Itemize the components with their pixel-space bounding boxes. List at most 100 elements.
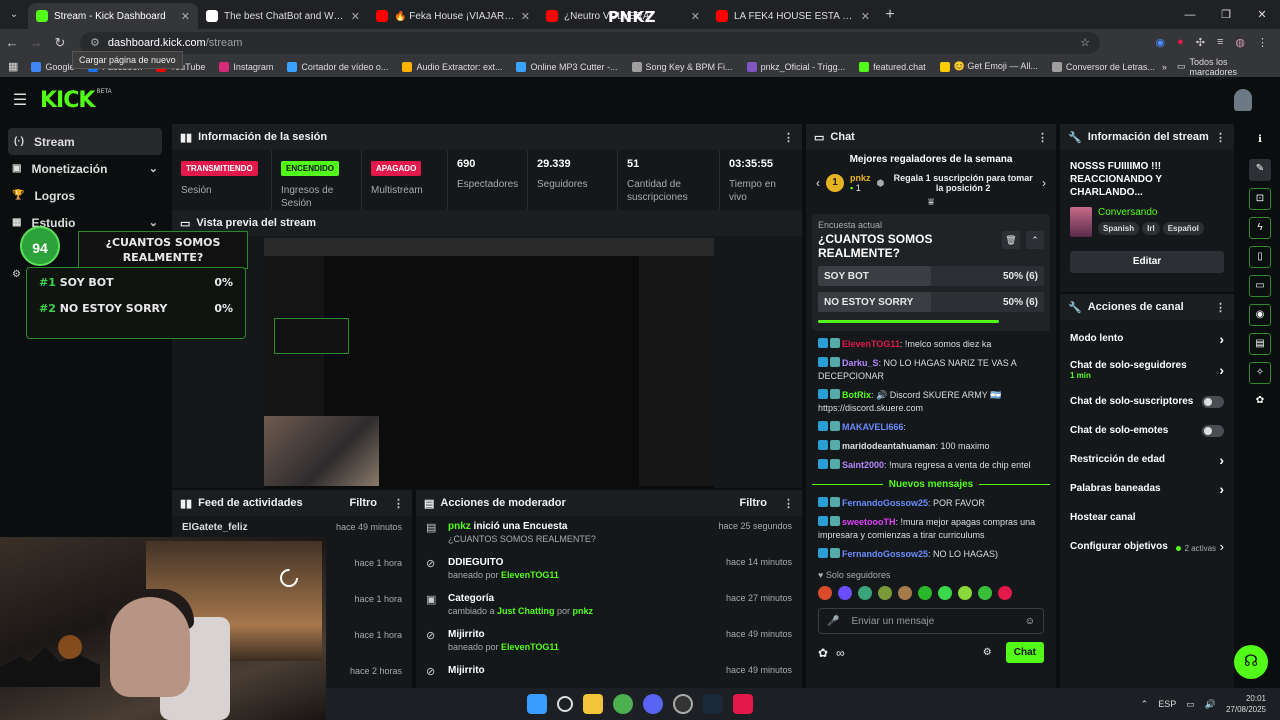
kick-logo[interactable]: KICK xyxy=(40,88,95,113)
emote-icon[interactable] xyxy=(818,586,832,600)
focus-icon[interactable]: ⊡ xyxy=(1249,188,1271,210)
extension-icon[interactable]: ◉ xyxy=(1155,36,1165,49)
browser-tab[interactable]: LA FEK4 HOUSE ESTA EN SU PR ✕ xyxy=(708,3,878,29)
chat-message[interactable]: FernandoGossow25: POR FAVOR xyxy=(806,494,1056,513)
stream-preview-video[interactable] xyxy=(264,238,714,488)
sidebar-item-monetizacion[interactable]: ▣ Monetización ⌄ xyxy=(0,155,170,182)
minimize-icon[interactable]: — xyxy=(1172,9,1208,21)
chat-username[interactable]: ElevenTOG11 xyxy=(842,339,900,349)
apps-grid-icon[interactable]: ▦ xyxy=(8,60,24,73)
broadcast-icon[interactable]: ◉ xyxy=(1249,304,1271,326)
language-indicator[interactable]: ESP xyxy=(1158,699,1176,709)
tab-close-icon[interactable]: ✕ xyxy=(351,10,360,23)
chevron-right-icon[interactable]: › xyxy=(1042,176,1046,190)
site-info-icon[interactable]: ⚙ xyxy=(90,36,100,49)
emoji-icon[interactable]: ☺ xyxy=(1025,616,1035,627)
network-icon[interactable]: ▭ xyxy=(1186,699,1195,710)
user-avatar[interactable] xyxy=(1234,89,1252,111)
emote-icon[interactable] xyxy=(998,586,1012,600)
bookmark-item[interactable]: Conversor de Letras... xyxy=(1045,61,1162,72)
category-name[interactable]: Conversando xyxy=(1098,207,1204,218)
kick-emote-icon[interactable]: ✿ xyxy=(818,646,828,660)
channel-action-row[interactable]: Chat de solo-suscriptores xyxy=(1060,387,1234,416)
toggle-switch[interactable] xyxy=(1202,395,1224,408)
chat-username[interactable]: MAKAVELI666 xyxy=(842,422,903,432)
browser-tab[interactable]: 🔥 Feka House ¡VIAJARÁ a BRA ✕ xyxy=(368,3,538,29)
bolt-icon[interactable]: ϟ xyxy=(1249,217,1271,239)
search-icon[interactable] xyxy=(557,696,573,712)
hamburger-menu-icon[interactable]: ☰ xyxy=(0,90,40,110)
chat-settings-icon[interactable]: ⚙ xyxy=(983,647,992,658)
extension-icon[interactable]: ● xyxy=(1177,36,1184,49)
channel-action-row[interactable]: Modo lento › xyxy=(1060,324,1234,353)
chat-message[interactable]: Darku_S: NO LO HAGAS NARIZ TE VAS A DECE… xyxy=(806,354,1056,386)
windows-start-icon[interactable] xyxy=(527,694,547,714)
edit-stream-button[interactable]: Editar xyxy=(1070,251,1224,273)
send-chat-button[interactable]: Chat xyxy=(1005,642,1044,663)
chat-username[interactable]: FernandoGossow25 xyxy=(842,498,928,508)
url-field[interactable]: ⚙ dashboard.kick.com/stream ☆ xyxy=(80,31,1100,54)
close-window-icon[interactable]: ✕ xyxy=(1244,8,1280,21)
volume-icon[interactable]: 🔊 xyxy=(1205,699,1216,710)
menu-dots-icon[interactable]: ⋮ xyxy=(783,131,794,144)
discord-icon[interactable] xyxy=(643,694,663,714)
browser-tab[interactable]: Stream - Kick Dashboard ✕ xyxy=(28,3,198,29)
chat-message[interactable]: FernandoGossow25: NO LO HAGAS) xyxy=(806,545,1056,564)
pinned-icon[interactable]: ⩸ xyxy=(806,197,1056,208)
emote-icon[interactable] xyxy=(918,586,932,600)
channel-action-row[interactable]: Chat de solo-seguidores 1 min › xyxy=(1060,353,1234,387)
bookmark-item[interactable]: Audio Extractor: ext... xyxy=(395,61,509,72)
chat-username[interactable]: Darku_S xyxy=(842,358,879,368)
bookmark-item[interactable]: Song Key & BPM Fi... xyxy=(625,61,740,72)
feed-filter-button[interactable]: Filtro xyxy=(350,497,378,509)
trash-icon[interactable]: 🗑 xyxy=(1002,231,1020,249)
back-icon[interactable]: ← xyxy=(0,35,24,50)
emote-icon[interactable] xyxy=(938,586,952,600)
toggle-switch[interactable] xyxy=(1202,424,1224,437)
moderator-action-row[interactable]: ▤ pnkz inició una Encuesta ¿CUANTOS SOMOS … xyxy=(416,516,802,552)
forward-icon[interactable]: → xyxy=(24,35,48,50)
bookmark-item[interactable]: Online MP3 Cutter -... xyxy=(509,61,624,72)
sidebar-item-stream[interactable]: (·) Stream xyxy=(8,128,162,155)
emote-icon[interactable] xyxy=(858,586,872,600)
chat-message[interactable]: maridodeantahuaman: 100 maximo xyxy=(806,437,1056,456)
collapse-icon[interactable]: ⌃ xyxy=(1026,231,1044,249)
bookmark-item[interactable]: Instagram xyxy=(212,61,280,72)
channel-action-row[interactable]: Palabras baneadas › xyxy=(1060,474,1234,503)
menu-dots-icon[interactable]: ⋮ xyxy=(1215,131,1226,144)
menu-dots-icon[interactable]: ⋮ xyxy=(393,497,404,510)
gift-cta[interactable]: Regala 1 suscripción para tomar la posic… xyxy=(890,173,1036,193)
moderator-filter-button[interactable]: Filtro xyxy=(740,497,768,509)
tab-close-icon[interactable]: ✕ xyxy=(861,10,870,23)
help-headset-icon[interactable]: ☊ xyxy=(1234,645,1268,679)
emote-icon[interactable] xyxy=(898,586,912,600)
bookmark-star-icon[interactable]: ☆ xyxy=(1080,36,1090,49)
clock[interactable]: 20:01 27/08/2025 xyxy=(1226,693,1266,715)
new-messages-divider[interactable]: Nuevos mensajes xyxy=(806,475,1056,494)
info-icon[interactable]: ℹ xyxy=(1249,130,1271,152)
chat-username[interactable]: Saint2000 xyxy=(842,460,884,470)
new-tab-button[interactable]: + xyxy=(878,3,902,29)
channel-action-row[interactable]: Chat de solo-emotes xyxy=(1060,416,1234,445)
tab-close-icon[interactable]: ✕ xyxy=(521,10,530,23)
chat-username[interactable]: FernandoGossow25 xyxy=(842,549,928,559)
puzzle-icon[interactable]: ✣ xyxy=(1196,36,1205,49)
tab-close-icon[interactable]: ✕ xyxy=(691,10,700,23)
media-icon[interactable]: ≡ xyxy=(1217,36,1223,49)
tab-search-icon[interactable]: ⌄ xyxy=(0,0,28,29)
channel-action-row[interactable]: Configurar objetivos 2 activas › xyxy=(1060,532,1234,561)
file-explorer-icon[interactable] xyxy=(583,694,603,714)
chat-message[interactable]: MAKAVELI666: xyxy=(806,418,1056,437)
profile-icon[interactable]: ◍ xyxy=(1235,36,1245,49)
obs-icon[interactable] xyxy=(673,694,693,714)
mic-icon[interactable]: 🎤 xyxy=(827,616,839,627)
emote-icon[interactable] xyxy=(838,586,852,600)
chat-message[interactable]: BotRix: 🔊 Discord SKUERE ARMY 🇦🇷 https:/… xyxy=(806,386,1056,418)
wrench-icon[interactable]: ✧ xyxy=(1249,362,1271,384)
chat-username[interactable]: sweetooo­TH xyxy=(842,517,896,527)
steam-icon[interactable] xyxy=(703,694,723,714)
restore-icon[interactable]: ❐ xyxy=(1208,8,1244,21)
channel-action-row[interactable]: Hostear canal xyxy=(1060,503,1234,532)
emote-icon[interactable] xyxy=(978,586,992,600)
settings-gear-icon[interactable]: ⚙ xyxy=(12,269,21,280)
